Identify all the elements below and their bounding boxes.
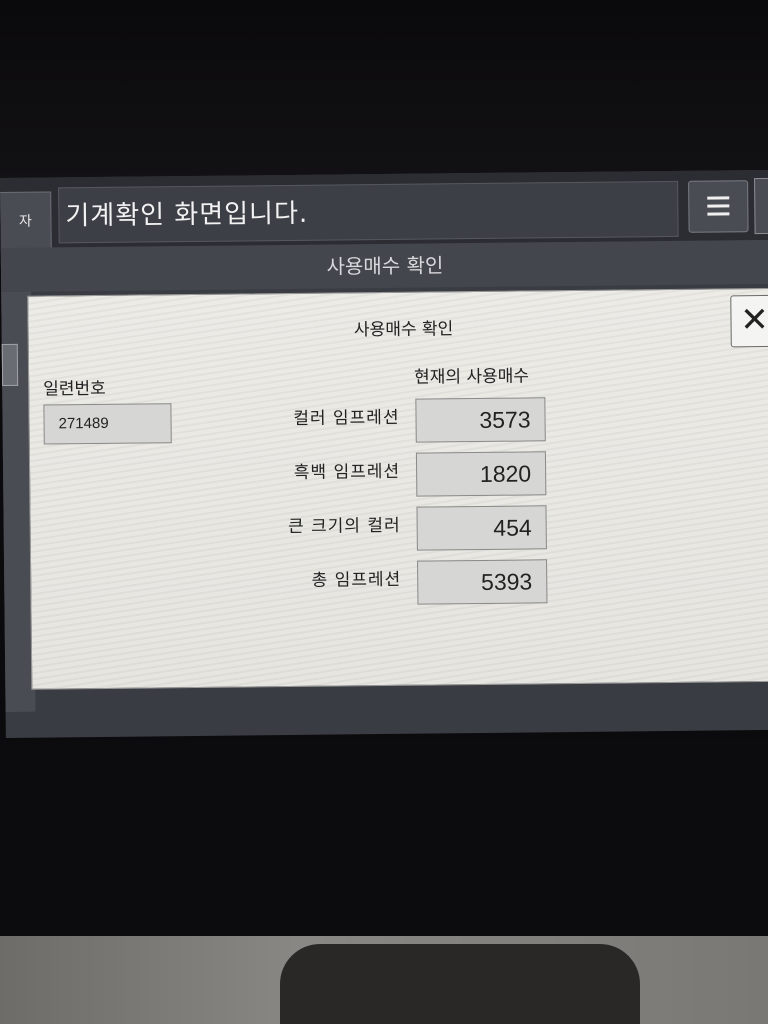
edge-button[interactable] [754,177,768,235]
close-icon: ✕ [740,299,768,341]
counter-label: 컬러 임프레션 [293,407,400,429]
usage-count-dialog: 사용매수 확인 ✕ 일련번호 271489 현재의 사용매수 컬러 임프레션 3… [27,287,768,690]
counter-value: 454 [416,505,547,551]
device-bezel-top [0,0,768,182]
device-screen: 자 기계확인 화면입니다. 사용매수 확인 사용매수 확인 ✕ 일련번호 271… [0,169,768,738]
dialog-title: 사용매수 확인 [353,319,454,341]
counter-label: 큰 크기의 컬러 [287,515,401,538]
left-tab-button[interactable]: 자 [0,191,52,252]
counter-value: 5393 [417,559,548,605]
device-bezel-bottom [0,740,768,940]
counter-row-black-white: 흑백 임프레션 1820 [30,449,768,503]
counter-row-large-color: 큰 크기의 컬러 454 [30,503,768,557]
counter-label: 흑백 임프레션 [293,461,401,483]
header-bar: 자 기계확인 화면입니다. [0,169,768,252]
counter-row-color: 컬러 임프레션 3573 [29,395,768,449]
counter-value: 3573 [415,397,546,443]
screen-subtitle: 사용매수 확인 [0,239,768,292]
counter-label: 총 임프레션 [311,569,402,591]
menu-button[interactable] [688,180,749,233]
serial-number-label: 일련번호 [43,378,106,400]
status-message: 기계확인 화면입니다. [58,180,679,244]
foreground-shadow [280,944,640,1024]
background-item-icon [1,343,19,386]
close-button[interactable]: ✕ [730,294,768,348]
current-usage-header: 현재의 사용매수 [414,366,530,388]
counter-row-total: 총 임프레션 5393 [31,557,768,611]
counter-value: 1820 [415,451,547,497]
